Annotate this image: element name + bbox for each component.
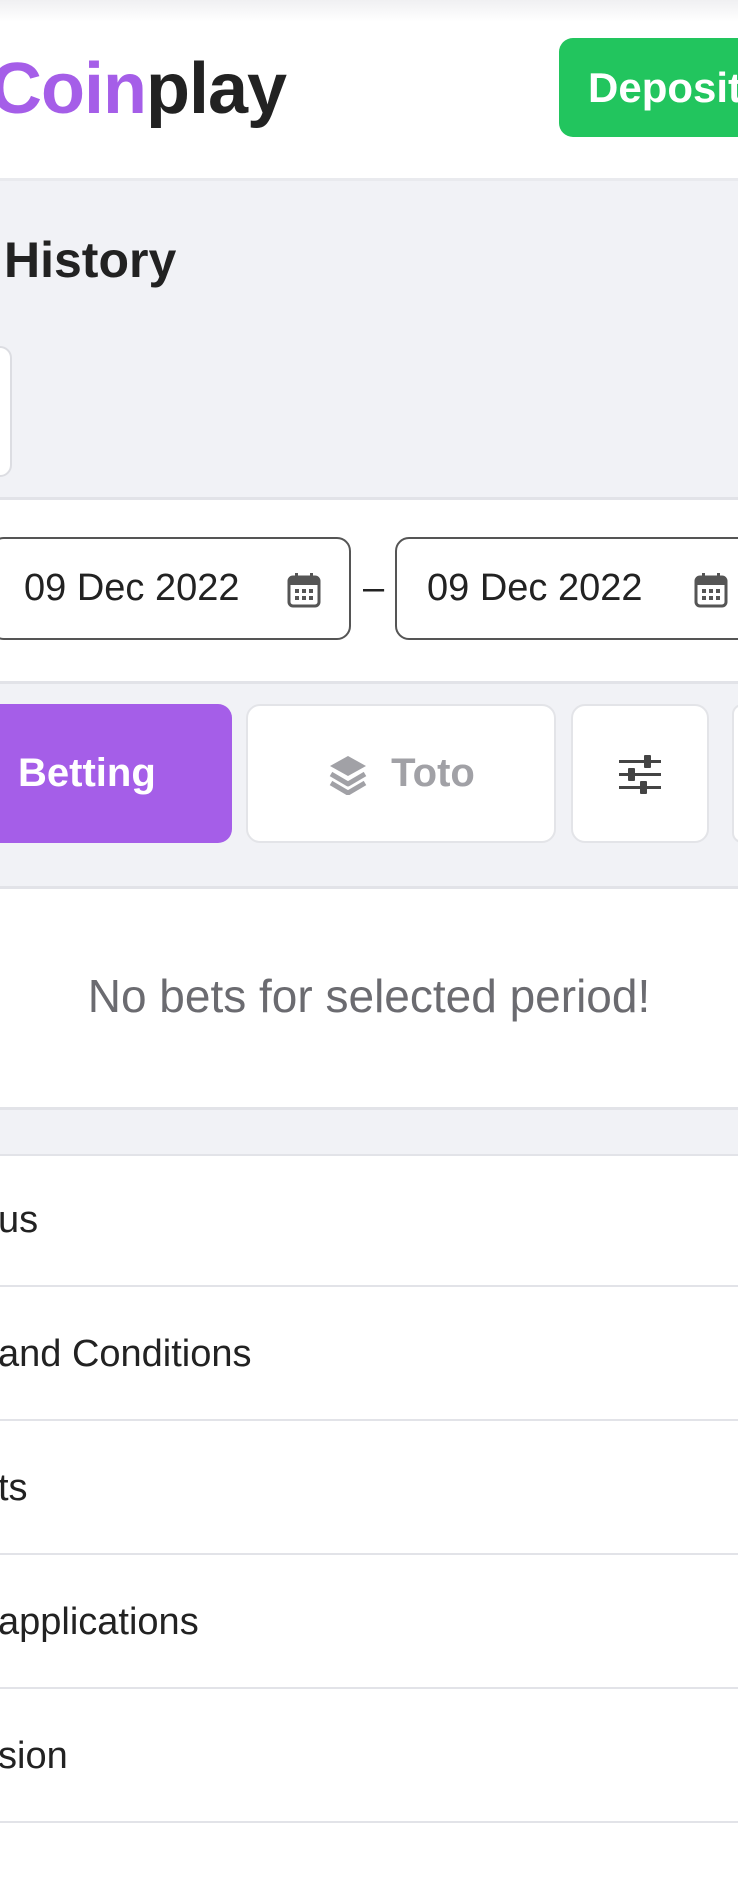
tab-toto[interactable]: Toto [246, 704, 556, 843]
account-card-edge[interactable] [0, 346, 12, 477]
date-to-field[interactable]: 09 Dec 2022 [395, 537, 738, 640]
footer-link-terms[interactable]: and Conditions [0, 1287, 738, 1421]
sliders-icon [619, 754, 661, 794]
date-to-value: 09 Dec 2022 [427, 567, 643, 609]
footer-link-about[interactable]: us [0, 1153, 738, 1287]
calendar-icon[interactable] [694, 572, 728, 608]
footer-links-list: us and Conditions ts applications sion [0, 1153, 738, 1823]
date-from-field[interactable]: 09 Dec 2022 [0, 537, 351, 640]
date-from-value: 09 Dec 2022 [24, 567, 240, 609]
coinplay-logo[interactable]: Coinplay [0, 44, 287, 134]
empty-state-message: No bets for selected period! [87, 970, 651, 1022]
tab-betting[interactable]: Betting [0, 704, 232, 843]
deposit-button[interactable]: Deposit [559, 38, 738, 137]
tab-more-edge[interactable] [732, 704, 738, 843]
date-range-separator: – [363, 567, 385, 609]
footer-link-version[interactable]: sion [0, 1689, 738, 1823]
calendar-icon[interactable] [287, 572, 321, 608]
footer-link-contacts[interactable]: ts [0, 1421, 738, 1555]
layers-icon [329, 755, 367, 795]
filter-button[interactable] [571, 704, 709, 843]
page-title: History [4, 232, 177, 288]
section-divider [0, 1107, 738, 1156]
footer-link-applications[interactable]: applications [0, 1555, 738, 1689]
